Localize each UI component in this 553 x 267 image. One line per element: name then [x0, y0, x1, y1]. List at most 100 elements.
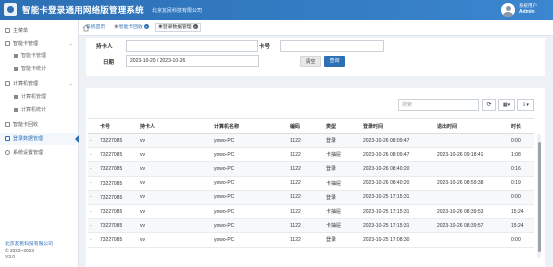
table-row[interactable]: -73227085 vv yowo-PC 1122 登录 2023-10-26 08:4… — [88, 161, 534, 177]
close-icon[interactable]: × — [143, 24, 149, 29]
table-panel: 搜索 ⟳ ▦▾ ⇩▾ 卡号 持卡人 计算机名称 编码 类型 登录时间 退出时间 … — [86, 88, 545, 267]
user-avatar-icon[interactable] — [501, 3, 515, 17]
column-header[interactable]: 编码 — [287, 118, 323, 134]
table-cell — [434, 190, 508, 205]
grid-icon — [14, 94, 18, 99]
user-name: Admin — [519, 9, 535, 15]
search-input[interactable]: 搜索 — [398, 99, 479, 111]
table-cell: vv — [137, 161, 211, 177]
close-icon[interactable]: × — [192, 24, 198, 29]
user-info[interactable]: 系统用户 Admin — [519, 3, 537, 15]
sidebar-item-computer-management[interactable]: 计算机管理 ⌄ — [0, 78, 79, 90]
table-cell: 2023-10-26 08:40:20 — [360, 176, 434, 191]
table-header-row: 卡号 持卡人 计算机名称 编码 类型 登录时间 退出时间 时长 — [88, 118, 534, 134]
row-expand-toggle[interactable]: - — [88, 161, 97, 177]
date-range-input[interactable]: 2023-10-20 / 2023-10-26 — [126, 55, 259, 67]
table-scrollbar[interactable] — [537, 134, 541, 258]
sidebar-item-main-menu[interactable]: 主菜单 — [0, 25, 79, 37]
sidebar-item-computer-manage[interactable]: 计算机管理 — [0, 91, 79, 103]
sidebar-item-card-recycle[interactable]: 智能卡回收 — [0, 119, 79, 131]
table-cell: yowo-PC — [211, 232, 287, 248]
table-cell: vv — [137, 147, 211, 163]
refresh-icon[interactable]: ⟳ — [482, 99, 496, 111]
table-cell: 73227085 — [97, 190, 137, 205]
table-cell: 0:00 — [508, 190, 534, 205]
tab-home[interactable]: 系统首页 — [86, 24, 105, 32]
table-cell — [434, 133, 508, 149]
column-header[interactable]: 时长 — [508, 118, 534, 134]
footer-version: V3.0 — [5, 255, 15, 260]
table-cell: 登录 — [323, 190, 360, 205]
table-cell: 2023-10-26 08:39:53 — [434, 204, 508, 220]
table-row[interactable]: -73227085 vv yowo-PC 1122 卡抽屉 2023-10-25 17:… — [88, 218, 534, 234]
chevron-down-icon: ⌄ — [68, 41, 73, 47]
table-cell: 0:00 — [508, 133, 534, 149]
table-cell: 0:16 — [508, 161, 534, 177]
row-expand-toggle[interactable]: - — [88, 190, 97, 205]
table-cell: 登录 — [323, 133, 360, 149]
sidebar-item-label: 计算机统计 — [21, 107, 47, 113]
table-cell: 卡抽屉 — [323, 204, 360, 220]
row-expand-toggle[interactable]: - — [88, 133, 97, 149]
settings-icon — [5, 149, 10, 155]
row-expand-toggle[interactable]: - — [88, 218, 97, 234]
table-cell: yowo-PC — [211, 218, 287, 234]
login-data-table: 卡号 持卡人 计算机名称 编码 类型 登录时间 退出时间 时长 -7322708… — [88, 118, 534, 248]
holder-input[interactable] — [126, 40, 258, 52]
table-cell: 1122 — [287, 232, 323, 248]
table-row[interactable]: -73227085 vv yowo-PC 1122 登录 2023-10-25 17:1… — [88, 190, 534, 205]
table-row[interactable]: -73227085 vv yowo-PC 1122 卡抽屉 2023-10-26 08:… — [88, 176, 534, 191]
tab-label: 系统首页 — [86, 25, 106, 30]
sidebar-item-label: 系统设置管理 — [13, 150, 44, 156]
table-row[interactable]: -73227085 vv yowo-PC 1122 登录 2023-10-25 17:0… — [88, 232, 534, 248]
column-header[interactable]: 持卡人 — [137, 118, 211, 134]
table-cell: 登录 — [323, 232, 360, 248]
table-cell — [434, 232, 508, 248]
table-cell: 1122 — [287, 204, 323, 220]
filter-panel: 持卡人 卡号 日期 2023-10-20 / 2023-10-26 清空 查询 — [86, 38, 545, 76]
column-header[interactable]: 登录时间 — [360, 118, 434, 134]
row-expand-toggle[interactable]: - — [88, 204, 97, 220]
data-icon — [5, 135, 10, 141]
table-cell: 73227085 — [97, 176, 137, 191]
row-expand-toggle[interactable]: - — [88, 176, 97, 191]
query-button[interactable]: 查询 — [324, 56, 345, 67]
table-cell: 73227085 — [97, 161, 137, 177]
table-cell: 73227085 — [97, 218, 137, 234]
card-number-input[interactable] — [280, 40, 384, 52]
table-cell: 73227085 — [97, 147, 137, 163]
recycle-icon — [5, 121, 10, 127]
row-expand-toggle[interactable]: - — [88, 147, 97, 163]
table-row[interactable]: -73227085 vv yowo-PC 1122 卡抽屉 2023-10-26 08:… — [88, 147, 534, 163]
column-header[interactable]: 计算机名称 — [211, 118, 287, 134]
row-expand-toggle[interactable]: - — [88, 232, 97, 248]
sidebar-item-login-data[interactable]: 登录数据管理 — [0, 133, 79, 145]
table-cell: 登录 — [323, 161, 360, 177]
table-cell: vv — [137, 190, 211, 205]
grid-icon — [14, 66, 18, 71]
table-cell: 73227085 — [97, 133, 137, 149]
clear-button[interactable]: 清空 — [300, 56, 321, 67]
sidebar-item-card-manage[interactable]: 智能卡管理 — [0, 50, 79, 62]
sidebar-item-label: 智能卡回收 — [13, 122, 39, 128]
scrollbar-thumb[interactable] — [537, 142, 541, 252]
sidebar-item-computer-stats[interactable]: 计算机统计 — [0, 104, 79, 116]
tab-login-data[interactable]: ◉登录数据管理 × — [155, 23, 201, 32]
column-header[interactable]: 卡号 — [97, 118, 137, 134]
column-header[interactable]: 退出时间 — [434, 118, 508, 134]
sidebar-item-system-settings[interactable]: 系统设置管理 — [0, 147, 79, 159]
table-row[interactable]: -73227085 vv yowo-PC 1122 登录 2023-10-26 08:0… — [88, 133, 534, 149]
table-cell: vv — [137, 204, 211, 220]
sidebar-item-label: 主菜单 — [13, 28, 29, 34]
table-cell: 1122 — [287, 190, 323, 205]
sidebar-item-card-stats[interactable]: 智能卡统计 — [0, 63, 79, 75]
card-icon — [5, 40, 10, 46]
sidebar-item-card-management[interactable]: 智能卡管理 ⌄ — [0, 38, 79, 50]
table-cell: 2023-10-26 08:09:47 — [360, 133, 434, 149]
tab-card-recycle[interactable]: ◉智能卡回收 × — [114, 24, 149, 32]
column-header[interactable]: 类型 — [323, 118, 360, 134]
table-row[interactable]: -73227085 vv yowo-PC 1122 卡抽屉 2023-10-25 17:… — [88, 204, 534, 220]
export-icon[interactable]: ⇩▾ — [517, 99, 534, 111]
table-cell: vv — [137, 232, 211, 248]
columns-toggle-icon[interactable]: ▦▾ — [498, 99, 515, 111]
